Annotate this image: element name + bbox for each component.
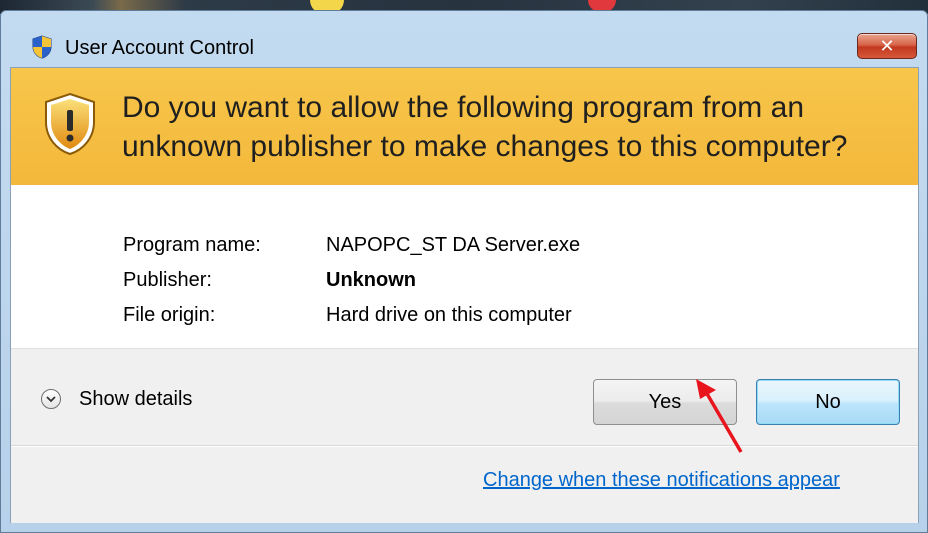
dialog-body: Do you want to allow the following progr… bbox=[10, 67, 919, 523]
program-name-label: Program name: bbox=[123, 234, 261, 256]
publisher-value: Unknown bbox=[326, 269, 416, 291]
no-button[interactable]: No bbox=[756, 379, 900, 425]
uac-dialog: User Account Control ✕ Do you want to al… bbox=[0, 10, 928, 533]
red-arrow-icon bbox=[696, 379, 743, 453]
show-details-label: Show details bbox=[79, 387, 193, 410]
dialog-footer: Show details Yes No Change when these no… bbox=[11, 348, 918, 523]
footer-divider bbox=[11, 445, 918, 447]
file-origin-label: File origin: bbox=[123, 304, 216, 326]
warning-banner: Do you want to allow the following progr… bbox=[11, 68, 918, 185]
uac-question: Do you want to allow the following progr… bbox=[122, 91, 848, 163]
close-button[interactable]: ✕ bbox=[857, 33, 917, 59]
window-title: User Account Control bbox=[65, 37, 254, 59]
program-name-value: NAPOPC_ST DA Server.exe bbox=[326, 234, 581, 256]
uac-shield-icon bbox=[32, 35, 52, 59]
change-notifications-link[interactable]: Change when these notifications appear bbox=[483, 469, 840, 492]
chevron-down-icon bbox=[41, 389, 61, 409]
file-origin-value: Hard drive on this computer bbox=[326, 304, 572, 326]
show-details-button[interactable]: Show details bbox=[41, 385, 192, 413]
close-icon: ✕ bbox=[879, 35, 895, 56]
warning-shield-icon bbox=[45, 92, 95, 156]
publisher-label: Publisher: bbox=[123, 269, 212, 291]
title-bar[interactable]: User Account Control ✕ bbox=[1, 11, 927, 67]
yes-button-label: Yes bbox=[648, 390, 682, 413]
no-button-label: No bbox=[815, 390, 841, 413]
